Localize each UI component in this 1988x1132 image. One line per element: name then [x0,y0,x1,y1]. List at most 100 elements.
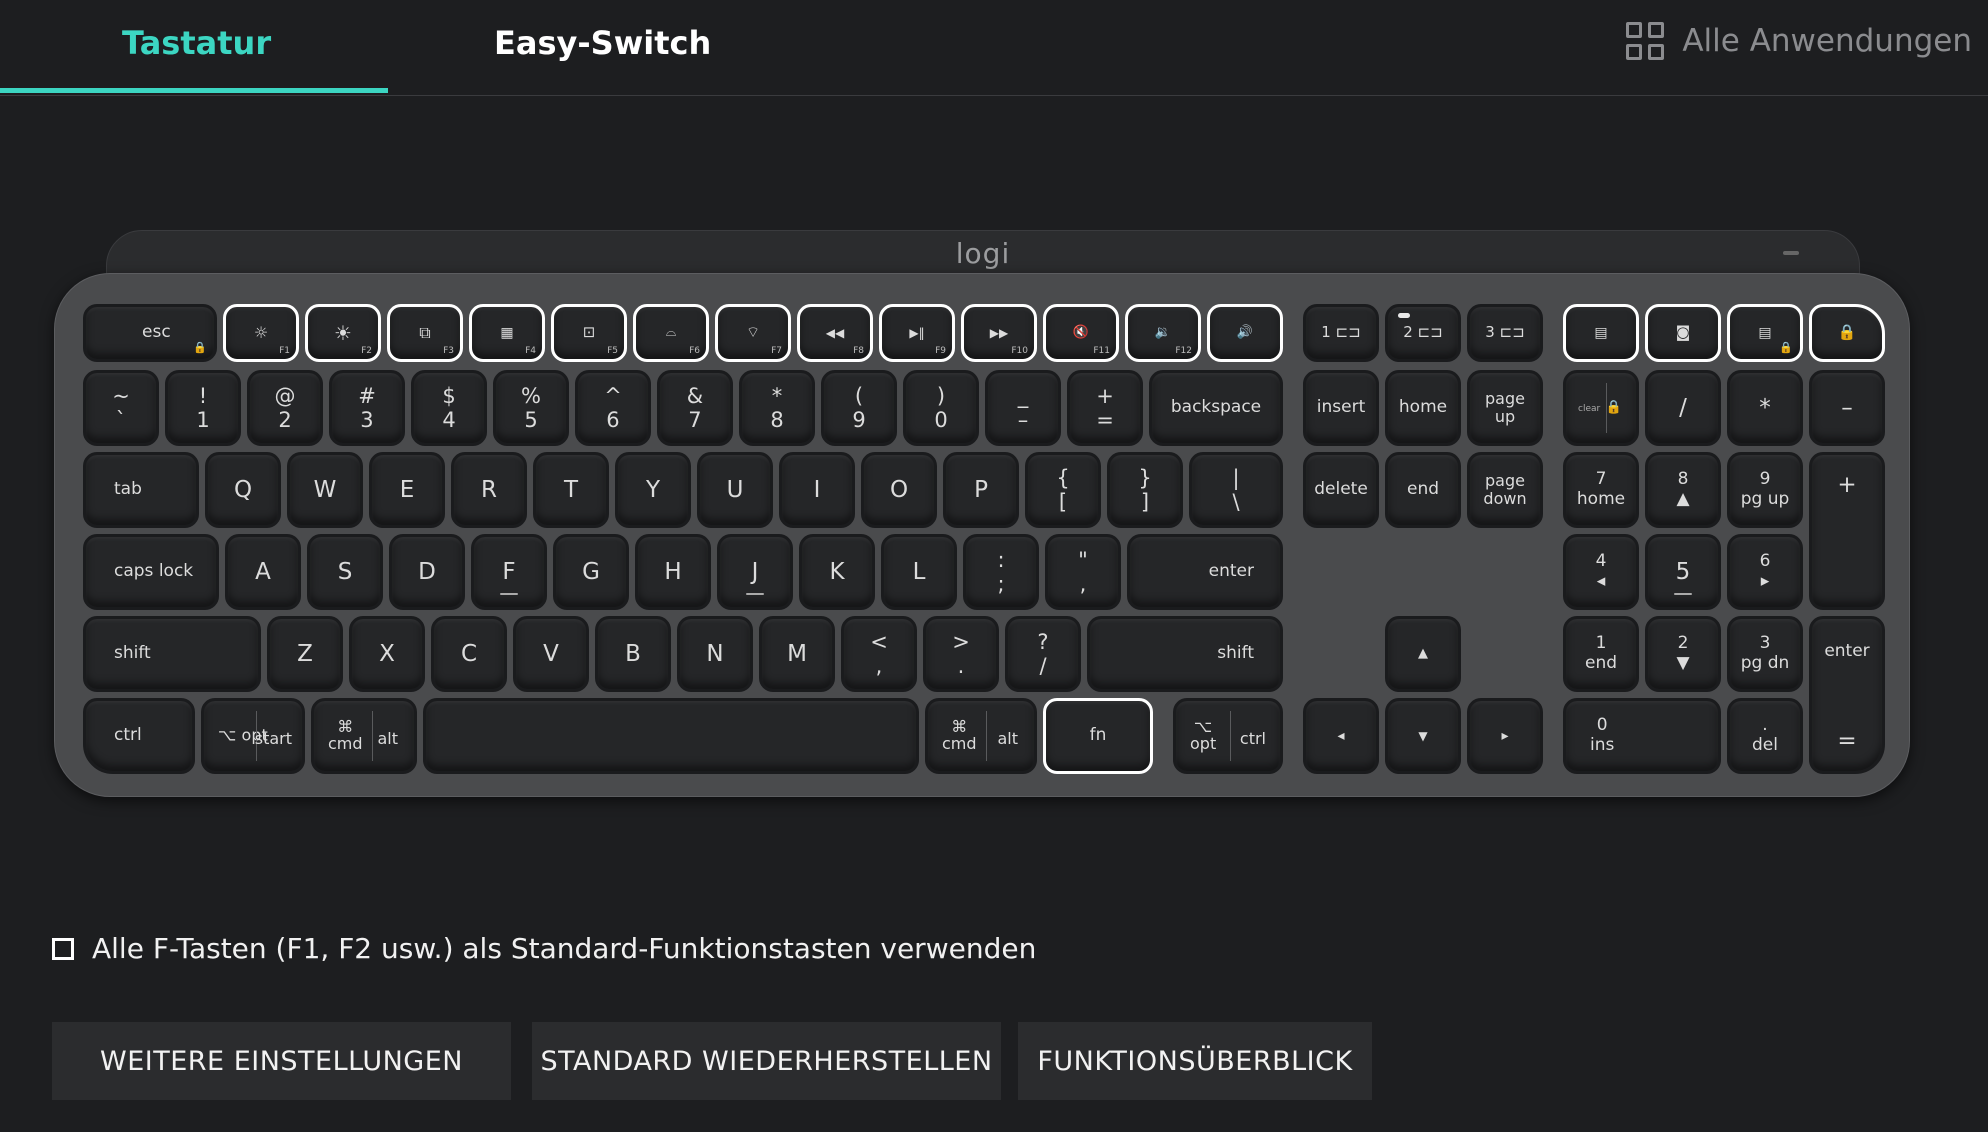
key-numpad-divide[interactable]: / [1645,370,1721,446]
key-context-menu[interactable]: ▤ 🔒 [1727,304,1803,362]
key-numpad-0[interactable]: 0 ins [1563,698,1721,774]
key-2[interactable]: @ 2 [247,370,323,446]
key-numpad-9[interactable]: 9 pg up [1727,452,1803,528]
key-left-opt-start[interactable]: ⌥ opt start [201,698,305,774]
key-8[interactable]: * 8 [739,370,815,446]
key-easy-switch-2[interactable]: 2 ⊏⊐ [1385,304,1461,362]
key-numpad-7[interactable]: 7 home [1563,452,1639,528]
key-9[interactable]: ( 9 [821,370,897,446]
key-3[interactable]: # 3 [329,370,405,446]
key-caps-lock[interactable]: caps lock [83,534,219,610]
key-left-shift[interactable]: shift [83,616,261,692]
key-f6-backlight-down[interactable]: ⌓ F6 [633,304,709,362]
key-f8-previous-track[interactable]: ◀◀ F8 [797,304,873,362]
key-t[interactable]: T [533,452,609,528]
key-arrow-left[interactable]: ◂ [1303,698,1379,774]
key-d[interactable]: D [389,534,465,610]
key-left-cmd-alt[interactable]: ⌘ cmd alt [311,698,417,774]
key-esc[interactable]: esc 🔒 [83,304,217,362]
key-numpad-2[interactable]: 2 ▼ [1645,616,1721,692]
key-n[interactable]: N [677,616,753,692]
restore-default-button[interactable]: STANDARD WIEDERHERSTELLEN [532,1022,1001,1100]
key-f1-brightness-down[interactable]: ☼ F1 [223,304,299,362]
all-applications-button[interactable]: Alle Anwendungen [1626,22,1972,60]
key-f11-mute[interactable]: 🔇 F11 [1043,304,1119,362]
key-numpad-enter[interactable]: enter = [1809,616,1885,774]
key-z[interactable]: Z [267,616,343,692]
key-1[interactable]: ! 1 [165,370,241,446]
key-h[interactable]: H [635,534,711,610]
key-tilde[interactable]: ~ ` [83,370,159,446]
key-slash[interactable]: ? / [1005,616,1081,692]
tab-tastatur[interactable]: Tastatur [122,24,271,62]
key-6[interactable]: ^ 6 [575,370,651,446]
key-right-opt-ctrl[interactable]: ⌥ opt ctrl [1173,698,1283,774]
key-b[interactable]: B [595,616,671,692]
key-r[interactable]: R [451,452,527,528]
key-u[interactable]: U [697,452,773,528]
key-4[interactable]: $ 4 [411,370,487,446]
key-a[interactable]: A [225,534,301,610]
key-numpad-multiply[interactable]: * [1727,370,1803,446]
key-f[interactable]: F [471,534,547,610]
key-f12-volume-down[interactable]: 🔉 F12 [1125,304,1201,362]
function-overview-button[interactable]: FUNKTIONSÜBERBLICK [1018,1022,1372,1100]
key-numpad-4[interactable]: 4 ◂ [1563,534,1639,610]
key-backslash[interactable]: | \ [1189,452,1283,528]
key-q[interactable]: Q [205,452,281,528]
key-fn[interactable]: fn [1043,698,1153,774]
key-f4-app-launcher[interactable]: ▦ F4 [469,304,545,362]
fkeys-standard-checkbox[interactable] [52,937,74,960]
key-f9-play-pause[interactable]: ▶‖ F9 [879,304,955,362]
key-s[interactable]: S [307,534,383,610]
key-delete[interactable]: delete [1303,452,1379,528]
key-screenshot[interactable]: ◙ [1645,304,1721,362]
key-p[interactable]: P [943,452,1019,528]
key-numpad-decimal[interactable]: . del [1727,698,1803,774]
key-f2-brightness-up[interactable]: ☀ F2 [305,304,381,362]
key-c[interactable]: C [431,616,507,692]
key-w[interactable]: W [287,452,363,528]
key-i[interactable]: I [779,452,855,528]
key-0[interactable]: ) 0 [903,370,979,446]
key-f7-backlight-up[interactable]: ⌔ F7 [715,304,791,362]
key-l[interactable]: L [881,534,957,610]
key-enter[interactable]: enter [1127,534,1283,610]
key-semicolon[interactable]: : ; [963,534,1039,610]
key-numpad-1[interactable]: 1 end [1563,616,1639,692]
key-v[interactable]: V [513,616,589,692]
key-numpad-plus[interactable]: + [1809,452,1885,610]
key-numpad-8[interactable]: 8 ▲ [1645,452,1721,528]
key-right-cmd-alt[interactable]: ⌘ cmd alt [925,698,1037,774]
key-g[interactable]: G [553,534,629,610]
key-insert[interactable]: insert [1303,370,1379,446]
key-numpad-3[interactable]: 3 pg dn [1727,616,1803,692]
more-settings-button[interactable]: WEITERE EINSTELLUNGEN [52,1022,511,1100]
key-x[interactable]: X [349,616,425,692]
key-numpad-clear[interactable]: clear 🔒 [1563,370,1639,446]
key-left-bracket[interactable]: { [ [1025,452,1101,528]
key-numpad-6[interactable]: 6 ▸ [1727,534,1803,610]
key-home[interactable]: home [1385,370,1461,446]
key-easy-switch-3[interactable]: 3 ⊏⊐ [1467,304,1543,362]
key-volume-up[interactable]: 🔊 [1207,304,1283,362]
key-f10-next-track[interactable]: ▶▶ F10 [961,304,1037,362]
key-numpad-minus[interactable]: – [1809,370,1885,446]
key-f5-screenshot[interactable]: ⊡ F5 [551,304,627,362]
key-k[interactable]: K [799,534,875,610]
key-y[interactable]: Y [615,452,691,528]
key-tab[interactable]: tab [83,452,199,528]
key-e[interactable]: E [369,452,445,528]
key-j[interactable]: J [717,534,793,610]
key-page-up[interactable]: page up [1467,370,1543,446]
tab-easy-switch[interactable]: Easy-Switch [494,24,711,62]
key-easy-switch-1[interactable]: 1 ⊏⊐ [1303,304,1379,362]
key-space[interactable] [423,698,919,774]
key-period[interactable]: > . [923,616,999,692]
key-m[interactable]: M [759,616,835,692]
key-quote[interactable]: " , [1045,534,1121,610]
key-comma[interactable]: < , [841,616,917,692]
key-lock[interactable]: 🔒 [1809,304,1885,362]
key-o[interactable]: O [861,452,937,528]
key-right-bracket[interactable]: } ] [1107,452,1183,528]
